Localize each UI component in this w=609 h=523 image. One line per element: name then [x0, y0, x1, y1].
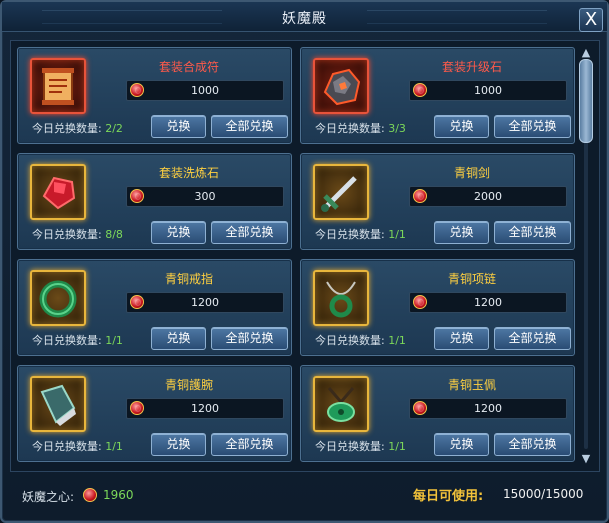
daily-count: 今日兑换数量: 2/2 [32, 120, 123, 136]
exchange-all-button[interactable]: 全部兑换 [211, 433, 288, 456]
daily-count-label: 今日兑换数量: [32, 228, 102, 241]
daily-count-value: 2/2 [105, 122, 123, 135]
daily-count: 今日兑换数量: 1/1 [315, 438, 406, 454]
daily-count: 今日兑换数量: 1/1 [315, 226, 406, 242]
item-name: 青铜戒指 [164, 272, 213, 286]
scroll-down-arrow-icon[interactable]: ▼ [579, 453, 593, 465]
scroll-up-arrow-icon[interactable]: ▲ [579, 47, 593, 59]
daily-usable-label: 每日可使用: [413, 489, 484, 504]
exchange-all-button[interactable]: 全部兑换 [494, 433, 571, 456]
daily-count: 今日兑换数量: 3/3 [315, 120, 406, 136]
daily-count-value: 1/1 [105, 440, 123, 453]
daily-count-label: 今日兑换数量: [32, 440, 102, 453]
item-name: 套装升级石 [441, 60, 502, 74]
daily-count-value: 1/1 [388, 334, 406, 347]
demon-heart-gem-icon [413, 401, 427, 415]
exchange-window: 妖魔殿 X 套装合成符 1000 今日兑换数量: 2/2 兑换 全部兑换 套装升… [0, 0, 609, 523]
daily-count-label: 今日兑换数量: [32, 122, 102, 135]
item-name: 青铜剑 [453, 166, 490, 180]
daily-count: 今日兑换数量: 1/1 [315, 332, 406, 348]
daily-count: 今日兑换数量: 1/1 [32, 332, 123, 348]
exchange-all-button[interactable]: 全部兑换 [211, 221, 288, 244]
exchange-all-button[interactable]: 全部兑换 [211, 327, 288, 350]
demon-heart-gem-icon [413, 189, 427, 203]
exchange-button[interactable]: 兑换 [151, 221, 206, 244]
bracer-icon [30, 376, 86, 432]
price-field: 2000 [409, 186, 567, 207]
demon-heart-gem-icon [130, 189, 144, 203]
daily-count-value: 1/1 [105, 334, 123, 347]
item-name: 套装合成符 [158, 60, 219, 74]
item-name: 套装洗炼石 [158, 166, 219, 180]
item-card: 套装升级石 1000 今日兑换数量: 3/3 兑换 全部兑换 [300, 47, 575, 144]
daily-count-value: 1/1 [388, 440, 406, 453]
scroll-thumb[interactable] [579, 59, 593, 143]
window-title: 妖魔殿 [282, 11, 327, 27]
title-bar: 妖魔殿 X [2, 2, 607, 32]
daily-count-value: 8/8 [105, 228, 123, 241]
item-card: 青铜项链 1200 今日兑换数量: 1/1 兑换 全部兑换 [300, 259, 575, 356]
price-field: 1000 [126, 80, 284, 101]
price-field: 1200 [409, 398, 567, 419]
item-card: 青铜戒指 1200 今日兑换数量: 1/1 兑换 全部兑换 [17, 259, 292, 356]
daily-usable-value: 15000/15000 [503, 487, 584, 501]
item-card: 套装合成符 1000 今日兑换数量: 2/2 兑换 全部兑换 [17, 47, 292, 144]
currency-value: 1960 [103, 488, 134, 502]
daily-count-value: 3/3 [388, 122, 406, 135]
item-name: 青铜玉佩 [447, 378, 496, 392]
item-card: 青铜玉佩 1200 今日兑换数量: 1/1 兑换 全部兑换 [300, 365, 575, 462]
exchange-all-button[interactable]: 全部兑换 [494, 327, 571, 350]
daily-count: 今日兑换数量: 8/8 [32, 226, 123, 242]
dagger-icon [313, 164, 369, 220]
ore-stone-icon [313, 58, 369, 114]
daily-count-value: 1/1 [388, 228, 406, 241]
demon-heart-gem-icon [130, 401, 144, 415]
exchange-button[interactable]: 兑换 [151, 327, 206, 350]
ring-icon [30, 270, 86, 326]
item-card: 青铜護腕 1200 今日兑换数量: 1/1 兑换 全部兑换 [17, 365, 292, 462]
exchange-all-button[interactable]: 全部兑换 [494, 221, 571, 244]
exchange-button[interactable]: 兑换 [434, 327, 489, 350]
daily-count: 今日兑换数量: 1/1 [32, 438, 123, 454]
item-name: 青铜護腕 [164, 378, 213, 392]
exchange-button[interactable]: 兑换 [434, 115, 489, 138]
price-field: 1200 [126, 292, 284, 313]
item-card: 套装洗炼石 300 今日兑换数量: 8/8 兑换 全部兑换 [17, 153, 292, 250]
item-card: 青铜剑 2000 今日兑换数量: 1/1 兑换 全部兑换 [300, 153, 575, 250]
item-name: 青铜项链 [447, 272, 496, 286]
price-field: 1200 [409, 292, 567, 313]
exchange-all-button[interactable]: 全部兑换 [211, 115, 288, 138]
exchange-button[interactable]: 兑换 [151, 433, 206, 456]
daily-count-label: 今日兑换数量: [32, 334, 102, 347]
demon-heart-gem-icon [130, 83, 144, 97]
scroll-icon [30, 58, 86, 114]
price-field: 300 [126, 186, 284, 207]
item-list: 套装合成符 1000 今日兑换数量: 2/2 兑换 全部兑换 套装升级石 100… [10, 40, 600, 472]
daily-count-label: 今日兑换数量: [315, 122, 385, 135]
daily-count-label: 今日兑换数量: [315, 334, 385, 347]
demon-heart-gem-icon [83, 488, 97, 502]
price-field: 1200 [126, 398, 284, 419]
close-button[interactable]: X [579, 8, 603, 32]
exchange-button[interactable]: 兑换 [434, 221, 489, 244]
jade-pendant-icon [313, 376, 369, 432]
scrollbar[interactable]: ▲ ▼ [579, 47, 593, 465]
exchange-button[interactable]: 兑换 [151, 115, 206, 138]
exchange-all-button[interactable]: 全部兑换 [494, 115, 571, 138]
demon-heart-gem-icon [413, 295, 427, 309]
red-crystal-icon [30, 164, 86, 220]
daily-count-label: 今日兑换数量: [315, 228, 385, 241]
currency-label: 妖魔之心: [22, 490, 75, 504]
demon-heart-gem-icon [130, 295, 144, 309]
necklace-icon [313, 270, 369, 326]
daily-count-label: 今日兑换数量: [315, 440, 385, 453]
exchange-button[interactable]: 兑换 [434, 433, 489, 456]
price-field: 1000 [409, 80, 567, 101]
demon-heart-gem-icon [413, 83, 427, 97]
